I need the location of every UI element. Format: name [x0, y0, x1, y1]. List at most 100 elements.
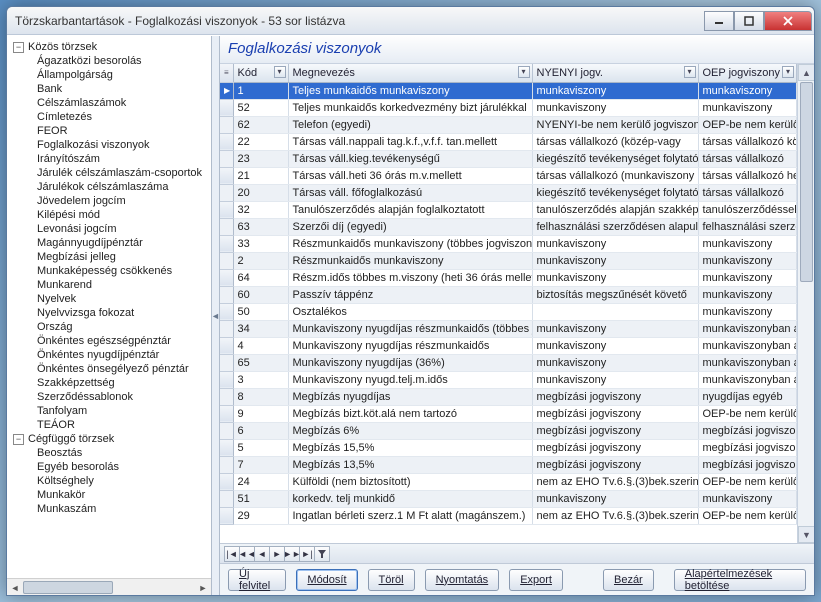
table-row[interactable]: 22Társas váll.nappali tag.k.f.,v.f.f. ta…: [220, 133, 797, 150]
cell[interactable]: 63: [233, 218, 288, 235]
cell[interactable]: Külföldi (nem biztosított): [288, 473, 532, 490]
close-button[interactable]: [764, 11, 812, 31]
cell[interactable]: 24: [233, 473, 288, 490]
cell[interactable]: munkaviszony: [698, 269, 797, 286]
cell[interactable]: Társas váll.nappali tag.k.f.,v.f.f. tan.…: [288, 133, 532, 150]
cell[interactable]: NYENYI-be nem kerülő jogviszony: [532, 116, 698, 133]
tree-item[interactable]: Célszámlaszámok: [37, 96, 209, 110]
cell[interactable]: társas vállalkozó: [698, 184, 797, 201]
cell[interactable]: Tanulószerződés alapján foglalkoztatott: [288, 201, 532, 218]
tree-item[interactable]: Magánnyugdíjpénztár: [37, 236, 209, 250]
nav-prevpage-button[interactable]: ◄◄: [239, 546, 255, 562]
maximize-button[interactable]: [734, 11, 764, 31]
scroll-up-icon[interactable]: ▲: [798, 64, 814, 81]
cell[interactable]: Részmunkaidős munkaviszony: [288, 252, 532, 269]
nav-last-button[interactable]: ►|: [299, 546, 315, 562]
cell[interactable]: 8: [233, 388, 288, 405]
tree-item[interactable]: Munkarend: [37, 278, 209, 292]
cell[interactable]: Szerzői díj (egyedi): [288, 218, 532, 235]
tree-hscrollbar[interactable]: ◄ ►: [7, 578, 211, 595]
cell[interactable]: 6: [233, 422, 288, 439]
nav-filter-button[interactable]: [314, 546, 330, 562]
cell[interactable]: 22: [233, 133, 288, 150]
column-filter-icon[interactable]: ▾: [782, 66, 794, 78]
cell[interactable]: 9: [233, 405, 288, 422]
cell[interactable]: munkaviszony: [698, 286, 797, 303]
cell[interactable]: 60: [233, 286, 288, 303]
tree-item[interactable]: Levonási jogcím: [37, 222, 209, 236]
cell[interactable]: Megbízás 6%: [288, 422, 532, 439]
cell[interactable]: Társas váll. főfoglalkozású: [288, 184, 532, 201]
tree-item[interactable]: Szakképzettség: [37, 376, 209, 390]
cell[interactable]: OEP-be nem kerülő: [698, 473, 797, 490]
new-button[interactable]: Új felvitel: [228, 569, 286, 591]
export-button[interactable]: Export: [509, 569, 563, 591]
cell[interactable]: 2: [233, 252, 288, 269]
tree-item[interactable]: Önkéntes nyugdíjpénztár: [37, 348, 209, 362]
table-row[interactable]: 51korkedv. telj munkidőmunkaviszonymunka…: [220, 490, 797, 507]
cell[interactable]: munkaviszony: [698, 82, 797, 99]
cell[interactable]: munkaviszony: [532, 235, 698, 252]
cell[interactable]: megbízási jogviszony: [532, 422, 698, 439]
cell[interactable]: Telefon (egyedi): [288, 116, 532, 133]
cell[interactable]: munkaviszonyban áll: [698, 320, 797, 337]
cell[interactable]: 1: [233, 82, 288, 99]
cell[interactable]: 7: [233, 456, 288, 473]
tree-item[interactable]: Beosztás: [37, 446, 209, 460]
scroll-thumb[interactable]: [23, 581, 113, 594]
cell[interactable]: munkaviszony: [532, 252, 698, 269]
cell[interactable]: Részm.idős többes m.viszony (heti 36 órá…: [288, 269, 532, 286]
tree-item[interactable]: Jövedelem jogcím: [37, 194, 209, 208]
cell[interactable]: megbízási jogviszony: [532, 405, 698, 422]
cell[interactable]: Munkaviszony nyugd.telj.m.idős: [288, 371, 532, 388]
cell[interactable]: Ingatlan bérleti szerz.1 M Ft alatt (mag…: [288, 507, 532, 524]
scroll-thumb[interactable]: [800, 82, 813, 282]
cell[interactable]: munkaviszonyban áll: [698, 371, 797, 388]
cell[interactable]: munkaviszony: [532, 269, 698, 286]
table-row[interactable]: 34Munkaviszony nyugdíjas részmunkaidős (…: [220, 320, 797, 337]
cell[interactable]: megbízási jogviszony: [698, 422, 797, 439]
close-panel-button[interactable]: Bezár: [603, 569, 654, 591]
tree-item[interactable]: Bank: [37, 82, 209, 96]
cell[interactable]: munkaviszony: [532, 354, 698, 371]
tree-item[interactable]: Munkaszám: [37, 502, 209, 516]
cell[interactable]: 23: [233, 150, 288, 167]
cell[interactable]: 3: [233, 371, 288, 388]
tree-item[interactable]: Járulékok célszámlaszáma: [37, 180, 209, 194]
table-row[interactable]: 23Társas váll.kieg.tevékenységűkiegészít…: [220, 150, 797, 167]
load-defaults-button[interactable]: Alapértelmezések betöltése: [674, 569, 806, 591]
column-header[interactable]: Megnevezés▾: [288, 64, 532, 82]
cell[interactable]: 34: [233, 320, 288, 337]
cell[interactable]: társas vállalkozó: [698, 150, 797, 167]
cell[interactable]: munkaviszony: [698, 252, 797, 269]
cell[interactable]: tanulószerződéssel: [698, 201, 797, 218]
tree-item[interactable]: Állampolgárság: [37, 68, 209, 82]
nav-prev-button[interactable]: ◄: [254, 546, 270, 562]
cell[interactable]: munkaviszony: [698, 303, 797, 320]
cell[interactable]: kiegészítő tevékenységet folytató: [532, 184, 698, 201]
cell[interactable]: OEP-be nem kerülő: [698, 507, 797, 524]
cell[interactable]: 21: [233, 167, 288, 184]
tree-item[interactable]: Megbízási jelleg: [37, 250, 209, 264]
tree-item[interactable]: Munkakör: [37, 488, 209, 502]
cell[interactable]: Munkaviszony nyugdíjas (36%): [288, 354, 532, 371]
cell[interactable]: [532, 303, 698, 320]
cell[interactable]: Megbízás 13,5%: [288, 456, 532, 473]
table-row[interactable]: 6Megbízás 6%megbízási jogviszonymegbízás…: [220, 422, 797, 439]
cell[interactable]: felhasználási szerződésen alapuló: [532, 218, 698, 235]
cell[interactable]: tanulószerződés alapján szakképző: [532, 201, 698, 218]
tree-item[interactable]: Nyelvek: [37, 292, 209, 306]
cell[interactable]: Munkaviszony nyugdíjas részmunkaidős: [288, 337, 532, 354]
cell[interactable]: munkaviszony: [532, 371, 698, 388]
tree-group[interactable]: −Cégfüggő törzsek: [9, 432, 209, 446]
tree-item[interactable]: Költséghely: [37, 474, 209, 488]
cell[interactable]: Részmunkaidős munkaviszony (többes jogvi…: [288, 235, 532, 252]
cell[interactable]: 5: [233, 439, 288, 456]
tree-item[interactable]: Ágazatközi besorolás: [37, 54, 209, 68]
cell[interactable]: 62: [233, 116, 288, 133]
cell[interactable]: megbízási jogviszony: [698, 456, 797, 473]
cell[interactable]: megbízási jogviszony: [532, 456, 698, 473]
tree-item[interactable]: FEOR: [37, 124, 209, 138]
table-row[interactable]: 9Megbízás bizt.köt.alá nem tartozómegbíz…: [220, 405, 797, 422]
table-row[interactable]: 29Ingatlan bérleti szerz.1 M Ft alatt (m…: [220, 507, 797, 524]
